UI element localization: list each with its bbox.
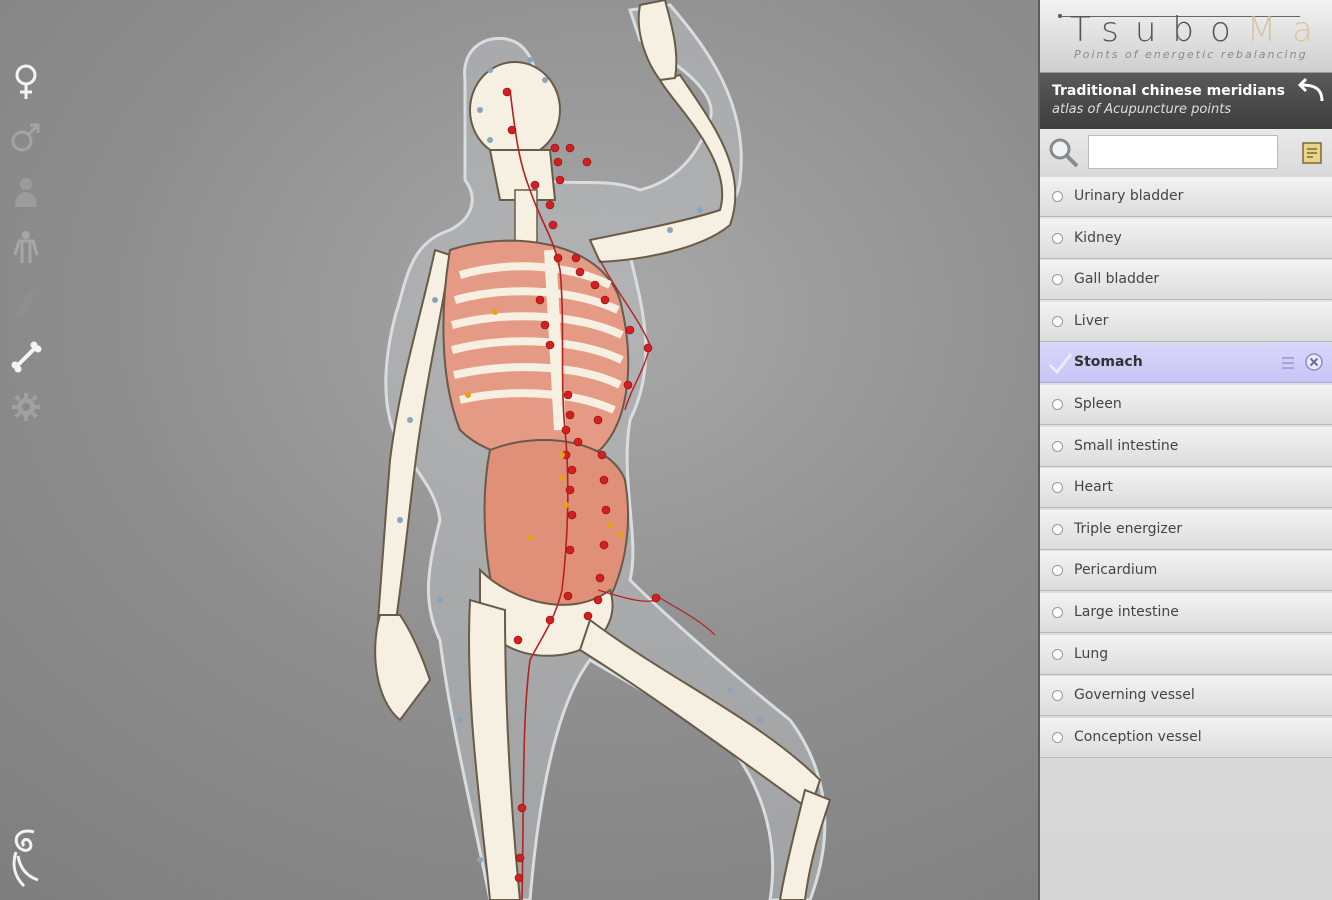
panel-subtitle: atlas of Acupuncture points (1052, 102, 1232, 117)
radio-icon (1052, 690, 1063, 702)
notes-icon[interactable] (1300, 141, 1324, 165)
app-title: TsuboMap (1070, 10, 1332, 50)
meridian-item-kidney[interactable]: Kidney (1040, 218, 1332, 259)
radio-icon (1052, 191, 1063, 202)
meridian-item-governing-vessel[interactable]: Governing vessel (1040, 676, 1332, 717)
anatomy-layer-button[interactable] (4, 225, 48, 269)
meridian-label: Liver (1074, 312, 1109, 329)
search-icon[interactable] (1048, 137, 1080, 169)
meridian-item-pericardium[interactable]: Pericardium (1040, 551, 1332, 592)
company-logo-icon (12, 829, 39, 888)
radio-icon (1052, 440, 1063, 452)
meridian-item-triple-energizer[interactable]: Triple energizer (1040, 509, 1332, 550)
app-brand: TsuboMap Points of energetic rebalancing (1040, 0, 1332, 73)
radio-icon (1052, 523, 1063, 535)
meridian-label: Kidney (1074, 229, 1122, 246)
back-arrow-icon[interactable] (1298, 73, 1326, 103)
female-icon (15, 64, 37, 99)
radio-icon (1052, 648, 1063, 660)
settings-button[interactable] (4, 385, 48, 429)
radio-icon (1052, 565, 1063, 577)
meridian-item-lung[interactable]: Lung (1040, 634, 1332, 675)
skin-layer-button[interactable] (4, 170, 48, 214)
radio-icon (1052, 398, 1063, 410)
radio-icon (1052, 482, 1063, 494)
meridian-panel: TsuboMap Points of energetic rebalancing… (1038, 0, 1332, 900)
radio-icon (1052, 315, 1063, 327)
meridian-item-spleen[interactable]: Spleen (1040, 384, 1332, 425)
app-title-map: Map (1246, 10, 1332, 50)
point-list-icon[interactable] (1280, 354, 1296, 372)
meridian-item-urinary-bladder[interactable]: Urinary bladder (1040, 177, 1332, 217)
radio-icon (1052, 731, 1063, 743)
meridian-label: Stomach (1074, 354, 1143, 371)
meridian-item-stomach[interactable]: Stomach (1040, 343, 1332, 384)
muscle-layer-button[interactable] (4, 280, 48, 324)
meridian-item-small-intestine[interactable]: Small intestine (1040, 426, 1332, 467)
radio-icon (1052, 232, 1063, 244)
left-hand-bones (374, 614, 432, 722)
meridian-label: Governing vessel (1074, 687, 1195, 704)
meridian-label: Small intestine (1074, 437, 1179, 454)
anatomy-model[interactable] (340, 0, 860, 900)
male-icon (11, 123, 40, 152)
meridian-item-liver[interactable]: Liver (1040, 301, 1332, 342)
meridian-label: Large intestine (1074, 603, 1179, 620)
search-input[interactable] (1088, 135, 1278, 169)
app-title-tsubo: Tsubo (1070, 10, 1247, 50)
meridian-label: Triple energizer (1074, 520, 1183, 537)
meridian-item-gall-bladder[interactable]: Gall bladder (1040, 260, 1332, 301)
radio-icon (1052, 274, 1063, 286)
anatomy-icon (13, 231, 39, 263)
meridian-list: Urinary bladder Kidney Gall bladder Live… (1040, 177, 1332, 759)
meridian-item-large-intestine[interactable]: Large intestine (1040, 592, 1332, 633)
panel-title: Traditional chinese meridians (1052, 83, 1285, 99)
meridian-item-heart[interactable]: Heart (1040, 468, 1332, 509)
app-subtitle: Points of energetic rebalancing (1074, 48, 1308, 61)
body-icon (15, 178, 37, 207)
meridian-label: Urinary bladder (1074, 188, 1184, 204)
skull (469, 61, 561, 159)
check-icon (1048, 353, 1073, 375)
muscle-icon (17, 289, 37, 315)
model-viewport[interactable] (0, 0, 1038, 900)
gear-icon (12, 393, 40, 421)
skeleton-layer-button[interactable] (4, 335, 48, 379)
panel-header: Traditional chinese meridians atlas of A… (1040, 73, 1332, 129)
meridian-label: Pericardium (1074, 562, 1158, 579)
search-bar (1040, 129, 1332, 178)
meridian-item-conception-vessel[interactable]: Conception vessel (1040, 717, 1332, 758)
female-button[interactable] (4, 60, 48, 104)
close-icon[interactable] (1304, 352, 1324, 372)
meridian-label: Gall bladder (1074, 271, 1160, 288)
meridian-label: Spleen (1074, 395, 1122, 412)
meridian-label: Heart (1074, 479, 1113, 496)
radio-icon (1052, 606, 1063, 618)
meridian-label: Conception vessel (1074, 728, 1202, 745)
meridian-label: Lung (1074, 645, 1109, 662)
male-button[interactable] (4, 115, 48, 159)
bone-icon (11, 341, 42, 373)
